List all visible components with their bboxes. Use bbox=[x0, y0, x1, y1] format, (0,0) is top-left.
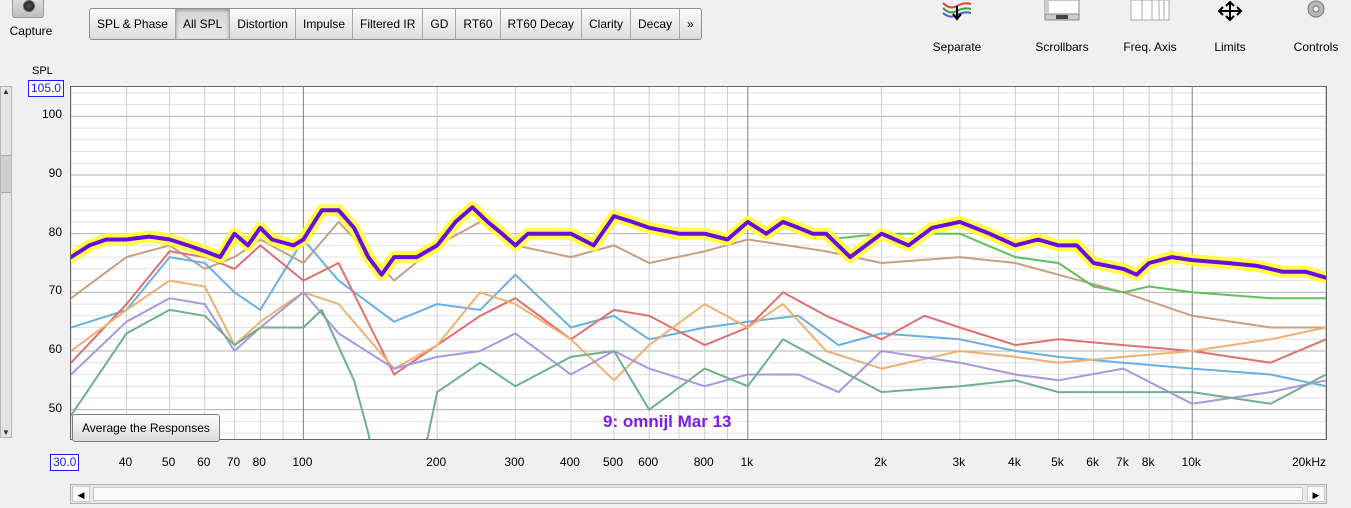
horizontal-scroll-thumb[interactable] bbox=[93, 487, 1303, 501]
scrollbars-icon bbox=[1044, 0, 1080, 21]
limits-button[interactable]: Limits bbox=[1205, 0, 1255, 58]
x-tick-label: 200 bbox=[426, 455, 447, 469]
tab-distortion[interactable]: Distortion bbox=[230, 9, 296, 39]
x-tick-label: 100 bbox=[292, 455, 313, 469]
tab-spl-phase[interactable]: SPL & Phase bbox=[90, 9, 176, 39]
tab-more[interactable]: » bbox=[680, 9, 701, 39]
y-max-input[interactable]: 105.0 bbox=[28, 80, 65, 97]
tab-gd[interactable]: GD bbox=[423, 9, 457, 39]
x-tick-label: 2k bbox=[874, 455, 887, 469]
scroll-down-arrow-icon[interactable]: ▼ bbox=[2, 428, 10, 437]
tab-rt60-decay[interactable]: RT60 Decay bbox=[501, 9, 582, 39]
y-tick-label: 60 bbox=[48, 342, 62, 356]
scrollbars-label: Scrollbars bbox=[1035, 40, 1089, 54]
tab-decay[interactable]: Decay bbox=[631, 9, 681, 39]
y-tick-label: 90 bbox=[48, 166, 62, 180]
freq-axis-icon bbox=[1130, 0, 1170, 21]
graph-tab-bar: SPL & Phase All SPL Distortion Impulse F… bbox=[89, 8, 702, 40]
tab-rt60[interactable]: RT60 bbox=[456, 9, 501, 39]
x-tick-label: 40 bbox=[118, 455, 133, 469]
scrollbars-button[interactable]: Scrollbars bbox=[1022, 0, 1102, 58]
tab-all-spl[interactable]: All SPL bbox=[175, 9, 231, 39]
separate-button[interactable]: Separate bbox=[922, 0, 992, 58]
x-tick-label: 8k bbox=[1141, 455, 1155, 469]
series-line-3 bbox=[70, 279, 1327, 382]
x-tick-label: 3k bbox=[952, 455, 966, 469]
average-responses-button[interactable]: Average the Responses bbox=[72, 414, 220, 442]
horizontal-scrollbar[interactable]: ◀ ▶ bbox=[70, 484, 1327, 504]
x-min-input[interactable]: 30.0 bbox=[50, 454, 80, 471]
limits-arrows-icon bbox=[1217, 0, 1243, 22]
spl-plot-area[interactable] bbox=[65, 86, 1332, 470]
scroll-right-arrow-icon[interactable]: ▶ bbox=[1307, 486, 1325, 502]
scroll-up-arrow-icon[interactable]: ▲ bbox=[2, 87, 10, 96]
x-tick-label: 20kHz bbox=[1291, 455, 1326, 469]
y-tick-label: 70 bbox=[48, 283, 62, 298]
x-tick-label: 800 bbox=[693, 455, 714, 469]
y-tick-label: 50 bbox=[48, 400, 62, 415]
tab-clarity[interactable]: Clarity bbox=[582, 9, 632, 39]
x-tick-label: 80 bbox=[252, 455, 266, 469]
x-tick-label: 50 bbox=[161, 455, 176, 469]
y-tick-label: 100 bbox=[41, 107, 62, 122]
vertical-scrollbar[interactable]: ▲ ▼ bbox=[0, 86, 12, 438]
limits-label: Limits bbox=[1214, 40, 1246, 54]
x-tick-label: 300 bbox=[504, 455, 525, 469]
separate-label: Separate bbox=[932, 40, 982, 54]
tab-impulse[interactable]: Impulse bbox=[296, 9, 354, 39]
x-tick-label: 400 bbox=[559, 455, 580, 469]
x-tick-label: 600 bbox=[638, 455, 659, 469]
vertical-scroll-thumb[interactable] bbox=[1, 155, 11, 193]
tab-filtered-ir[interactable]: Filtered IR bbox=[353, 9, 424, 39]
camera-icon bbox=[12, 0, 44, 18]
y-axis-title: SPL bbox=[32, 65, 53, 77]
freq-axis-button[interactable]: Freq. Axis bbox=[1115, 0, 1185, 58]
x-tick-label: 1k bbox=[740, 455, 754, 469]
controls-button[interactable]: Controls bbox=[1286, 0, 1346, 58]
series-line-1 bbox=[70, 238, 1327, 388]
freq-axis-label: Freq. Axis bbox=[1123, 40, 1177, 54]
capture-button[interactable]: Capture bbox=[0, 0, 62, 58]
controls-label: Controls bbox=[1293, 40, 1339, 54]
x-tick-label: 500 bbox=[602, 455, 624, 469]
highlight-glow bbox=[65, 201, 1332, 284]
x-tick-label: 5k bbox=[1051, 455, 1064, 469]
x-tick-label: 4k bbox=[1008, 455, 1021, 469]
spl-chart bbox=[65, 87, 1332, 470]
y-tick-label: 80 bbox=[48, 224, 62, 239]
gear-icon bbox=[1307, 0, 1325, 18]
separate-icon bbox=[942, 2, 972, 21]
overlay-trace-label: 9: omnijl Mar 13 bbox=[603, 412, 732, 431]
scroll-left-arrow-icon[interactable]: ◀ bbox=[72, 486, 90, 502]
capture-label: Capture bbox=[9, 24, 53, 38]
x-tick-label: 10k bbox=[1181, 455, 1201, 469]
